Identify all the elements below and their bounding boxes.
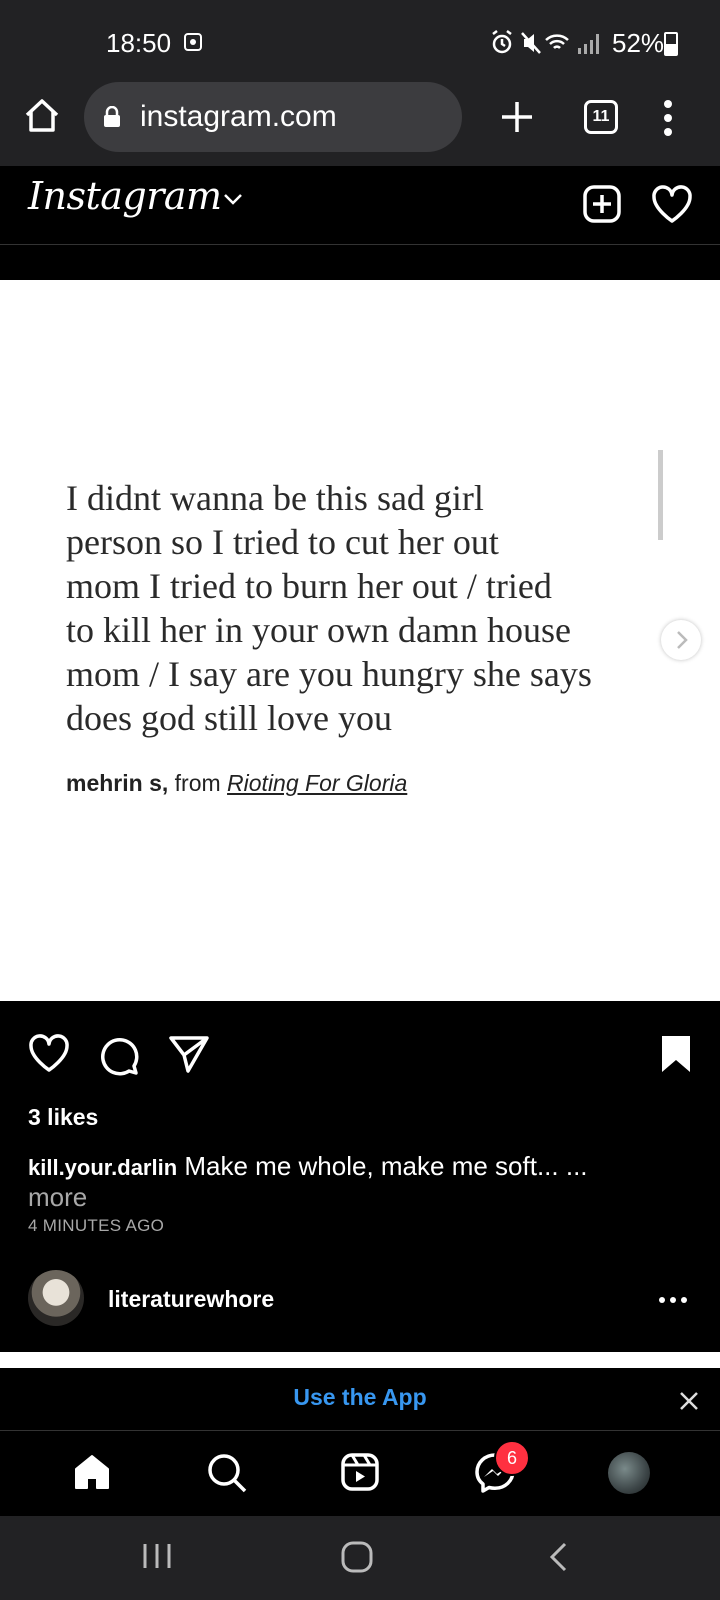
signal-icon — [578, 34, 599, 54]
messages-badge: 6 — [494, 1440, 530, 1476]
mute-icon — [521, 32, 541, 54]
post-timestamp: 4 MINUTES AGO — [28, 1216, 165, 1235]
wifi-icon — [545, 34, 569, 49]
heart-icon[interactable] — [650, 184, 694, 224]
status-icons — [492, 30, 599, 54]
post-username[interactable]: literaturewhore — [108, 1286, 274, 1313]
screen-record-icon — [184, 33, 202, 51]
post-caption: kill.your.darlin Make me whole, make me … — [28, 1150, 698, 1184]
instagram-logo[interactable]: Instagram — [28, 174, 222, 218]
back-icon[interactable] — [546, 1540, 572, 1574]
quote-from: from — [168, 770, 228, 796]
caption-text: Make me whole, make me soft... ... — [177, 1151, 588, 1181]
next-slide-button[interactable] — [661, 620, 701, 660]
like-icon[interactable] — [28, 1034, 70, 1074]
quote-source: Rioting For Gloria — [227, 770, 408, 796]
use-app-link[interactable]: Use the App — [0, 1384, 720, 1411]
status-time: 18:50 — [106, 28, 172, 58]
new-tab-icon[interactable] — [498, 98, 536, 136]
avatar[interactable] — [28, 1270, 84, 1326]
tab-switcher-button[interactable]: 11 — [584, 100, 618, 134]
caption-username[interactable]: kill.your.darlin — [28, 1155, 177, 1180]
home-icon[interactable] — [72, 1452, 112, 1492]
close-icon[interactable] — [678, 1390, 700, 1412]
more-link[interactable]: more — [28, 1182, 87, 1213]
battery-percentage: 52% — [612, 28, 665, 58]
battery-icon — [664, 32, 678, 56]
quote-author: mehrin s, — [66, 770, 169, 796]
home-circle-icon[interactable] — [340, 1540, 374, 1574]
chevron-down-icon[interactable] — [222, 192, 244, 206]
likes-count[interactable]: 3 likes — [28, 1104, 98, 1131]
reels-icon[interactable] — [340, 1452, 380, 1492]
profile-avatar[interactable] — [608, 1452, 650, 1494]
post-options-icon[interactable] — [658, 1296, 688, 1304]
new-post-icon[interactable] — [582, 184, 622, 224]
lock-icon — [104, 106, 120, 127]
quote-attribution: mehrin s, from Rioting For Gloria — [66, 770, 407, 797]
bookmark-icon[interactable] — [660, 1034, 692, 1074]
share-icon[interactable] — [168, 1034, 210, 1074]
alarm-icon — [492, 30, 512, 54]
home-icon[interactable] — [22, 96, 62, 136]
url-text[interactable]: instagram.com — [140, 100, 337, 134]
recent-apps-icon[interactable] — [140, 1540, 174, 1572]
scrollbar-thumb — [658, 450, 663, 540]
more-options-icon[interactable] — [658, 98, 678, 138]
search-icon[interactable] — [206, 1452, 248, 1494]
comment-icon[interactable] — [98, 1034, 140, 1076]
next-post-image-edge — [0, 1352, 720, 1368]
post-quote-text: I didnt wanna be this sad girl person so… — [66, 478, 592, 738]
